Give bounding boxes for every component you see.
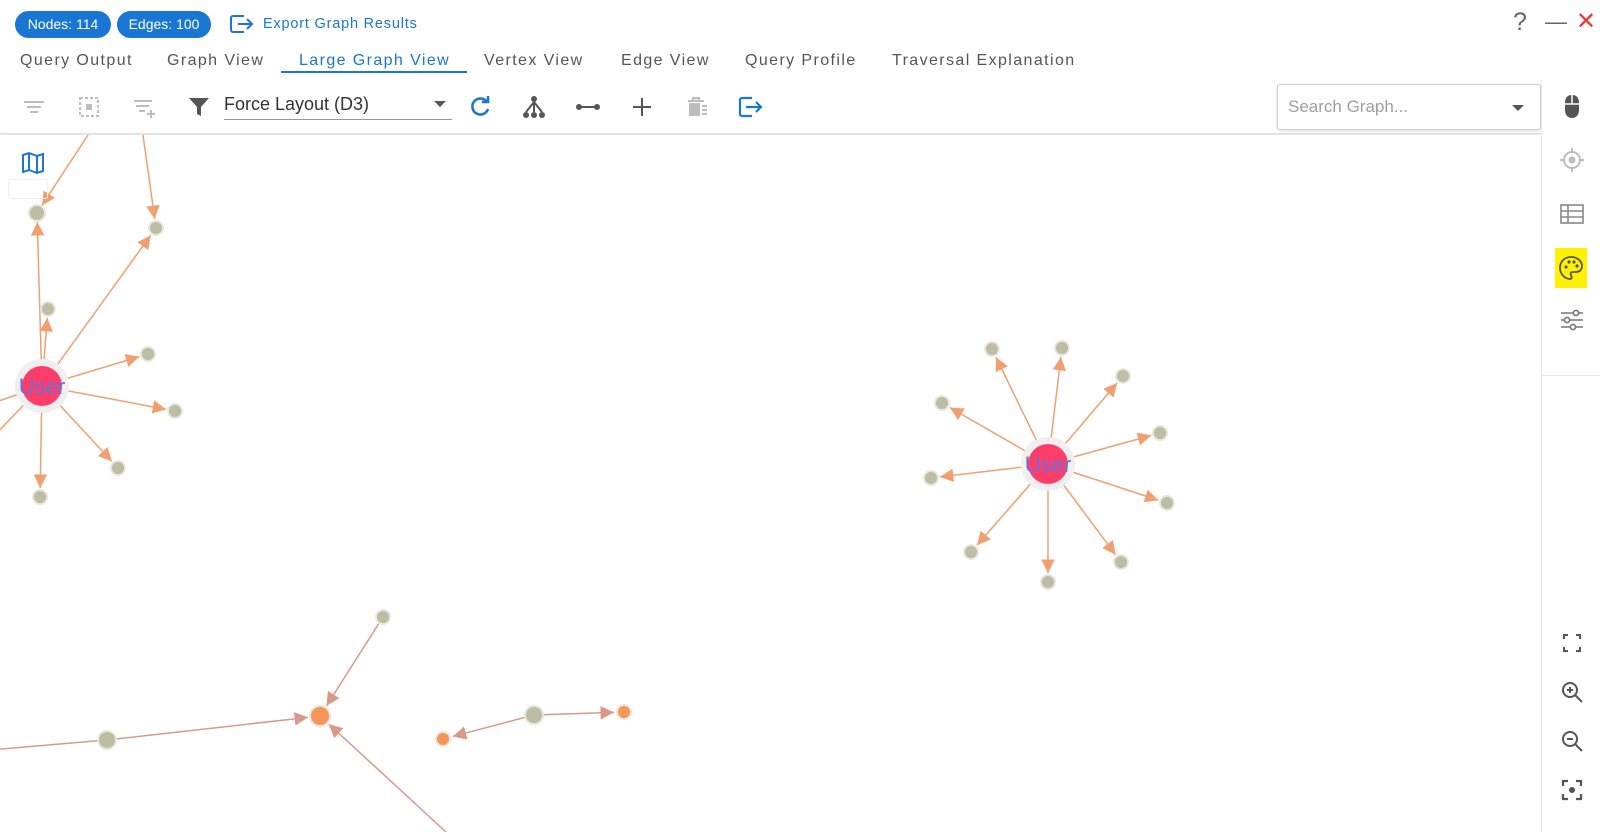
- sliders-icon[interactable]: [1556, 304, 1588, 336]
- orange-node[interactable]: [309, 705, 331, 727]
- map-icon[interactable]: [20, 150, 46, 176]
- export-icon: [230, 15, 254, 33]
- edge-length-icon[interactable]: [574, 93, 602, 121]
- leaf-node[interactable]: [375, 609, 391, 625]
- zoom-out-icon[interactable]: [1556, 725, 1588, 757]
- fit-view-icon[interactable]: [1556, 774, 1588, 806]
- graph-edge[interactable]: [41, 234, 152, 387]
- graph-edge[interactable]: [325, 616, 384, 707]
- layout-select-value: Force Layout (D3): [224, 94, 370, 114]
- chevron-down-icon: [434, 101, 446, 107]
- leaf-node[interactable]: [923, 470, 939, 486]
- view-tabs: Query Output Graph View Large Graph View…: [0, 46, 1600, 76]
- tab-edge-view[interactable]: Edge View: [621, 52, 710, 70]
- leaf-node[interactable]: [40, 301, 56, 317]
- minimize-button[interactable]: —: [1545, 8, 1567, 36]
- select-region-icon[interactable]: [75, 93, 103, 121]
- palette-icon[interactable]: [1555, 248, 1587, 288]
- search-graph-input[interactable]: [1288, 94, 1498, 120]
- tab-query-output[interactable]: Query Output: [20, 52, 133, 70]
- tab-query-profile[interactable]: Query Profile: [745, 52, 857, 70]
- leaf-node[interactable]: [167, 403, 183, 419]
- leaf-node[interactable]: [1113, 554, 1129, 570]
- graph-canvas[interactable]: User User: [0, 135, 1541, 832]
- minimap-panel: [8, 179, 48, 199]
- leaf-node[interactable]: [963, 544, 979, 560]
- close-button[interactable]: ✕: [1576, 8, 1596, 36]
- leaf-node[interactable]: [148, 220, 164, 236]
- edges-count-badge: Edges: 100: [117, 11, 211, 38]
- tab-traversal-explanation[interactable]: Traversal Explanation: [892, 52, 1076, 70]
- filter-list-icon[interactable]: [20, 93, 48, 121]
- mouse-icon[interactable]: [1556, 90, 1588, 122]
- leaf-node[interactable]: [1159, 495, 1175, 511]
- leaf-node[interactable]: [934, 395, 950, 411]
- tab-large-graph-view[interactable]: Large Graph View: [299, 52, 450, 70]
- graph-edge[interactable]: [106, 712, 309, 741]
- nodes-count-badge: Nodes: 114: [15, 11, 111, 38]
- orange-node[interactable]: [616, 704, 632, 720]
- graph-edge[interactable]: [533, 706, 615, 720]
- target-icon[interactable]: [1556, 144, 1588, 176]
- side-panel: [1541, 80, 1600, 832]
- graph-toolbar: Force Layout (D3): [0, 80, 1541, 134]
- leaf-node[interactable]: [984, 341, 1000, 357]
- export-graph-results-label: Export Graph Results: [263, 16, 418, 32]
- export-results-icon[interactable]: [736, 93, 764, 121]
- hierarchy-icon[interactable]: [520, 93, 548, 121]
- graph-edge[interactable]: [328, 723, 447, 832]
- top-bar: Nodes: 114 Edges: 100 Export Graph Resul…: [0, 0, 1600, 46]
- hub-node-label: User: [1025, 452, 1071, 477]
- refresh-icon[interactable]: [466, 93, 494, 121]
- leaf-node[interactable]: [1054, 340, 1070, 356]
- leaf-node[interactable]: [1152, 425, 1168, 441]
- leaf-node[interactable]: [32, 489, 48, 505]
- side-panel-divider: [1542, 375, 1600, 376]
- leaf-node[interactable]: [1115, 368, 1131, 384]
- hub-node-label: User: [19, 374, 65, 399]
- fullscreen-icon[interactable]: [1556, 627, 1588, 659]
- graph-edge[interactable]: [41, 135, 89, 206]
- search-graph-field[interactable]: [1277, 84, 1541, 130]
- delete-icon[interactable]: [682, 93, 710, 121]
- leaf-node[interactable]: [140, 346, 156, 362]
- funnel-icon[interactable]: [185, 93, 213, 121]
- graph-edge[interactable]: [452, 714, 535, 740]
- leaf-node[interactable]: [97, 730, 117, 750]
- chevron-down-icon[interactable]: [1512, 105, 1524, 111]
- filter-add-icon[interactable]: [130, 93, 158, 121]
- orange-node[interactable]: [435, 731, 451, 747]
- leaf-node[interactable]: [110, 460, 126, 476]
- graph-edge[interactable]: [0, 739, 106, 750]
- tab-graph-view[interactable]: Graph View: [167, 52, 264, 70]
- leaf-node[interactable]: [524, 705, 544, 725]
- add-icon[interactable]: [628, 93, 656, 121]
- leaf-node[interactable]: [28, 204, 46, 222]
- layout-select[interactable]: Force Layout (D3): [224, 90, 452, 120]
- graph-edge[interactable]: [142, 135, 160, 220]
- help-button[interactable]: ?: [1513, 8, 1527, 36]
- zoom-in-icon[interactable]: [1556, 676, 1588, 708]
- export-graph-results-button[interactable]: Export Graph Results: [229, 12, 418, 36]
- active-tab-indicator: [281, 71, 467, 73]
- table-icon[interactable]: [1556, 198, 1588, 230]
- leaf-node[interactable]: [1040, 574, 1056, 590]
- tab-vertex-view[interactable]: Vertex View: [484, 52, 584, 70]
- graph-svg[interactable]: User User: [0, 135, 1541, 832]
